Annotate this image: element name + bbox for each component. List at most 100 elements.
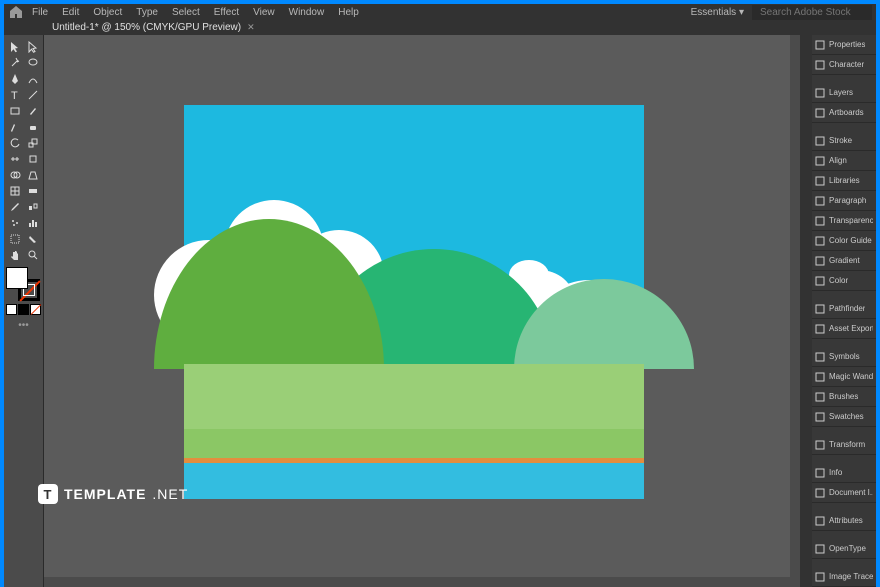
pf-icon bbox=[815, 304, 825, 314]
panel-artboards[interactable]: Artboards bbox=[812, 103, 876, 123]
panel-align[interactable]: Align bbox=[812, 151, 876, 171]
panel-color[interactable]: Color bbox=[812, 271, 876, 291]
blend-tool[interactable] bbox=[24, 199, 41, 214]
panel-color-guide[interactable]: Color Guide bbox=[812, 231, 876, 251]
shaper-tool[interactable] bbox=[6, 119, 23, 134]
menu-object[interactable]: Object bbox=[87, 5, 128, 20]
svg-text:T: T bbox=[11, 90, 18, 101]
artboard[interactable] bbox=[184, 105, 644, 499]
panel-document-i-[interactable]: Document I... bbox=[812, 483, 876, 503]
grass-front bbox=[184, 429, 644, 459]
menu-edit[interactable]: Edit bbox=[56, 5, 85, 20]
tf-icon bbox=[815, 440, 825, 450]
panel-opentype[interactable]: OpenType bbox=[812, 539, 876, 559]
gradient-mode-icon[interactable] bbox=[18, 304, 29, 315]
panel-brushes[interactable]: Brushes bbox=[812, 387, 876, 407]
scrollbar-horizontal[interactable] bbox=[44, 577, 800, 587]
edit-toolbar-icon[interactable]: ••• bbox=[6, 320, 41, 331]
artboard-tool[interactable] bbox=[6, 231, 23, 246]
stroke-icon bbox=[815, 136, 825, 146]
fill-stroke-indicator[interactable] bbox=[6, 267, 40, 301]
perspective-tool[interactable] bbox=[24, 167, 41, 182]
line-tool[interactable] bbox=[24, 87, 41, 102]
rectangle-tool[interactable] bbox=[6, 103, 23, 118]
menu-file[interactable]: File bbox=[26, 5, 54, 20]
panel-properties[interactable]: Properties bbox=[812, 35, 876, 55]
panel-dock-strip[interactable] bbox=[800, 35, 812, 587]
menu-view[interactable]: View bbox=[247, 5, 281, 20]
direct-selection-tool[interactable] bbox=[24, 39, 41, 54]
curvature-tool[interactable] bbox=[24, 71, 41, 86]
panel-libraries[interactable]: Libraries bbox=[812, 171, 876, 191]
workspace-area: T ••• bbox=[4, 35, 876, 587]
close-icon[interactable]: ✕ bbox=[247, 22, 255, 33]
menu-effect[interactable]: Effect bbox=[208, 5, 245, 20]
panel-magic-wand[interactable]: Magic Wand bbox=[812, 367, 876, 387]
panel-symbols[interactable]: Symbols bbox=[812, 347, 876, 367]
column-graph-tool[interactable] bbox=[24, 215, 41, 230]
char-icon bbox=[815, 60, 825, 70]
panel-pathfinder[interactable]: Pathfinder bbox=[812, 299, 876, 319]
watermark-text: TEMPLATE bbox=[64, 486, 146, 502]
tab-bar: Untitled-1* @ 150% (CMYK/GPU Preview) ✕ bbox=[4, 20, 876, 35]
grass-back bbox=[184, 364, 644, 439]
mw-icon bbox=[815, 372, 825, 382]
hand-tool[interactable] bbox=[6, 247, 23, 262]
menu-help[interactable]: Help bbox=[332, 5, 365, 20]
panel-asset-export[interactable]: Asset Export bbox=[812, 319, 876, 339]
color-mode-row bbox=[6, 304, 41, 315]
none-mode-icon[interactable] bbox=[30, 304, 41, 315]
watermark: T TEMPLATE.NET bbox=[38, 484, 188, 504]
menu-type[interactable]: Type bbox=[130, 5, 164, 20]
home-icon[interactable] bbox=[8, 4, 24, 20]
slice-tool[interactable] bbox=[24, 231, 41, 246]
lasso-tool[interactable] bbox=[24, 55, 41, 70]
sym-icon bbox=[815, 352, 825, 362]
panel-paragraph[interactable]: Paragraph bbox=[812, 191, 876, 211]
panel-transform[interactable]: Transform bbox=[812, 435, 876, 455]
shape-builder-tool[interactable] bbox=[6, 167, 23, 182]
width-tool[interactable] bbox=[6, 151, 23, 166]
fill-swatch[interactable] bbox=[6, 267, 28, 289]
free-transform-tool[interactable] bbox=[24, 151, 41, 166]
panel-character[interactable]: Character bbox=[812, 55, 876, 75]
rotate-tool[interactable] bbox=[6, 135, 23, 150]
mesh-tool[interactable] bbox=[6, 183, 23, 198]
pen-tool[interactable] bbox=[6, 71, 23, 86]
canvas-area[interactable] bbox=[44, 35, 800, 587]
eraser-tool[interactable] bbox=[24, 119, 41, 134]
menu-select[interactable]: Select bbox=[166, 5, 206, 20]
panel-info[interactable]: Info bbox=[812, 463, 876, 483]
symbol-sprayer-tool[interactable] bbox=[6, 215, 23, 230]
info-icon bbox=[815, 468, 825, 478]
panel-attributes[interactable]: Attributes bbox=[812, 511, 876, 531]
scale-tool[interactable] bbox=[24, 135, 41, 150]
menu-window[interactable]: Window bbox=[283, 5, 331, 20]
libraries-icon bbox=[815, 176, 825, 186]
document-tab[interactable]: Untitled-1* @ 150% (CMYK/GPU Preview) ✕ bbox=[44, 20, 263, 35]
zoom-tool[interactable] bbox=[24, 247, 41, 262]
it-icon bbox=[815, 572, 825, 582]
trans-icon bbox=[815, 216, 825, 226]
align-icon bbox=[815, 156, 825, 166]
panel-stroke[interactable]: Stroke bbox=[812, 131, 876, 151]
panel-image-trace[interactable]: Image Trace bbox=[812, 567, 876, 587]
paintbrush-tool[interactable] bbox=[24, 103, 41, 118]
gradient-tool[interactable] bbox=[24, 183, 41, 198]
scrollbar-vertical[interactable] bbox=[790, 35, 800, 587]
panel-gradient[interactable]: Gradient bbox=[812, 251, 876, 271]
ae-icon bbox=[815, 324, 825, 334]
artboards-icon bbox=[815, 108, 825, 118]
color-mode-icon[interactable] bbox=[6, 304, 17, 315]
selection-tool[interactable] bbox=[6, 39, 23, 54]
eyedropper-tool[interactable] bbox=[6, 199, 23, 214]
search-input[interactable] bbox=[752, 5, 872, 20]
workspace-switcher[interactable]: Essentials ▾ bbox=[691, 7, 744, 18]
magic-wand-tool[interactable] bbox=[6, 55, 23, 70]
panel-swatches[interactable]: Swatches bbox=[812, 407, 876, 427]
grad-icon bbox=[815, 256, 825, 266]
panel-transparency[interactable]: Transparency bbox=[812, 211, 876, 231]
illustrator-app: File Edit Object Type Select Effect View… bbox=[4, 4, 876, 538]
type-tool[interactable]: T bbox=[6, 87, 23, 102]
panel-layers[interactable]: Layers bbox=[812, 83, 876, 103]
